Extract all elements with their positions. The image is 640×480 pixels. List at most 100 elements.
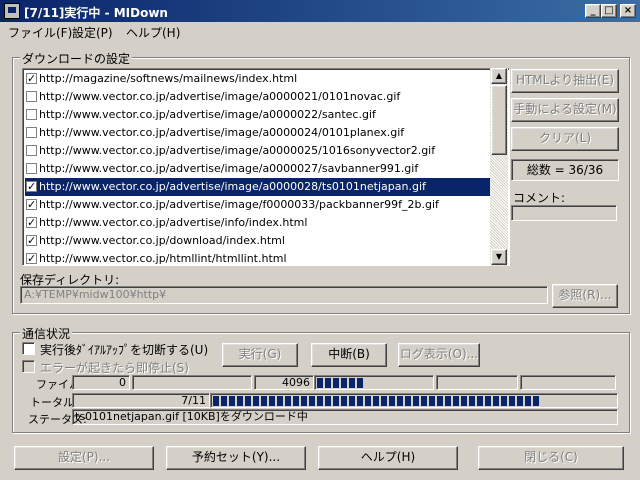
progress-block [429, 396, 435, 406]
comm-status-title: 通信状況 [20, 325, 73, 342]
comment-label: コメント: [513, 191, 566, 205]
url-checkbox[interactable] [26, 145, 37, 156]
list-item[interactable]: http://www.vector.co.jp/advertise/image/… [25, 88, 491, 106]
manual-settings-button[interactable]: 手動による設定(M) [511, 98, 619, 122]
file-current-value: 0 [72, 375, 130, 390]
progress-block [325, 378, 331, 388]
url-checkbox[interactable] [26, 163, 37, 174]
menu-help[interactable]: ヘルプ(H) [126, 24, 180, 41]
close-button[interactable]: 閉じる(C) [478, 446, 624, 470]
progress-block [333, 378, 339, 388]
progress-block [309, 396, 315, 406]
stop-on-error-label: エラーが起きたら即停止(S) [40, 361, 189, 375]
url-text: http://www.vector.co.jp/advertise/image/… [39, 198, 439, 211]
scroll-down-icon[interactable]: ▼ [491, 249, 507, 265]
list-item[interactable]: http://www.vector.co.jp/advertise/image/… [25, 178, 491, 196]
url-checkbox[interactable] [26, 91, 37, 102]
progress-block [493, 396, 499, 406]
maximize-button[interactable]: □ [601, 4, 617, 18]
minimize-button[interactable]: _ [585, 4, 601, 18]
url-checkbox[interactable] [26, 178, 37, 196]
url-list-scrollbar[interactable]: ▲ ▼ [490, 68, 508, 266]
progress-block [301, 396, 307, 406]
stop-on-error-checkbox[interactable] [22, 360, 35, 373]
url-text: http://magazine/softnews/mailnews/index.… [39, 72, 298, 85]
progress-block [509, 396, 515, 406]
scroll-up-icon[interactable]: ▲ [491, 68, 507, 84]
help-button[interactable]: ヘルプ(H) [318, 446, 458, 470]
url-checkbox[interactable] [26, 109, 37, 120]
list-item[interactable]: http://www.vector.co.jp/advertise/image/… [25, 142, 491, 160]
file-size-value: 4096 [254, 375, 314, 390]
url-checkbox[interactable] [26, 70, 37, 88]
url-checkbox[interactable] [26, 214, 37, 232]
progress-block [213, 396, 219, 406]
browse-button[interactable]: 参照(R)... [552, 284, 618, 308]
progress-block [517, 396, 523, 406]
url-checkbox[interactable] [26, 127, 37, 138]
url-list[interactable]: http://magazine/softnews/mailnews/index.… [22, 68, 510, 266]
progress-block [253, 396, 259, 406]
progress-block [413, 396, 419, 406]
abort-button[interactable]: 中断(B) [311, 343, 387, 367]
url-text: http://www.vector.co.jp/advertise/image/… [39, 144, 436, 157]
html-extract-button[interactable]: HTMLより抽出(E) [511, 69, 619, 93]
progress-block [221, 396, 227, 406]
progress-block [333, 396, 339, 406]
progress-block [237, 396, 243, 406]
url-text: http://www.vector.co.jp/advertise/image/… [39, 126, 405, 139]
url-checkbox[interactable] [26, 250, 37, 265]
settings-button[interactable]: 設定(P)... [14, 446, 154, 470]
run-button[interactable]: 実行(G) [222, 343, 298, 367]
close-window-button[interactable]: × [620, 4, 636, 18]
log-button[interactable]: ログ表示(O)... [398, 343, 480, 367]
scroll-thumb[interactable] [491, 85, 507, 155]
progress-block [445, 396, 451, 406]
progress-block [341, 378, 347, 388]
list-item[interactable]: http://www.vector.co.jp/advertise/image/… [25, 106, 491, 124]
progress-block [317, 396, 323, 406]
list-item[interactable]: http://www.vector.co.jp/advertise/image/… [25, 160, 491, 178]
progress-block [381, 396, 387, 406]
progress-block [349, 378, 355, 388]
list-item[interactable]: http://www.vector.co.jp/advertise/image/… [25, 124, 491, 142]
disconnect-label: 実行後ﾀﾞｲｱﾙｱｯﾌﾟを切断する(U) [40, 343, 209, 357]
progress-block [461, 396, 467, 406]
list-item[interactable]: http://www.vector.co.jp/htmllint/htmllin… [25, 250, 491, 265]
progress-block [477, 396, 483, 406]
progress-block [501, 396, 507, 406]
url-text: http://www.vector.co.jp/htmllint/htmllin… [39, 252, 287, 265]
url-text: http://www.vector.co.jp/advertise/image/… [39, 90, 401, 103]
menu-settings[interactable]: 設定(P) [72, 24, 113, 41]
list-item[interactable]: http://www.vector.co.jp/download/index.h… [25, 232, 491, 250]
comment-field[interactable] [511, 205, 617, 221]
save-dir-input[interactable]: A:¥TEMP¥midw100¥http¥ [20, 286, 548, 304]
file-spacer [132, 375, 252, 390]
title-bar[interactable]: [7/11]実行中 - MIDown _ □ × [0, 0, 640, 22]
progress-block [317, 378, 323, 388]
list-item[interactable]: http://magazine/softnews/mailnews/index.… [25, 70, 491, 88]
clear-button[interactable]: クリア(L) [511, 127, 619, 151]
progress-block [405, 396, 411, 406]
url-checkbox[interactable] [26, 196, 37, 214]
url-checkbox[interactable] [26, 232, 37, 250]
total-label: トータル: [30, 396, 78, 409]
progress-block [453, 396, 459, 406]
total-value: 7/11 [72, 393, 210, 408]
progress-block [269, 396, 275, 406]
disconnect-checkbox[interactable] [22, 342, 35, 355]
list-item[interactable]: http://www.vector.co.jp/advertise/image/… [25, 196, 491, 214]
progress-block [437, 396, 443, 406]
app-icon[interactable] [4, 3, 20, 19]
menu-file[interactable]: ファイル(F) [8, 24, 72, 41]
download-settings-title: ダウンロードの設定 [20, 50, 133, 67]
url-text: http://www.vector.co.jp/advertise/info/i… [39, 216, 308, 229]
list-item[interactable]: http://www.vector.co.jp/advertise/info/i… [25, 214, 491, 232]
file-extra-2 [520, 375, 616, 390]
reservation-button[interactable]: 予約セット(Y)... [166, 446, 306, 470]
progress-block [533, 396, 539, 406]
progress-block [285, 396, 291, 406]
progress-block [277, 396, 283, 406]
window-title: [7/11]実行中 - MIDown [24, 6, 168, 20]
progress-block [365, 396, 371, 406]
